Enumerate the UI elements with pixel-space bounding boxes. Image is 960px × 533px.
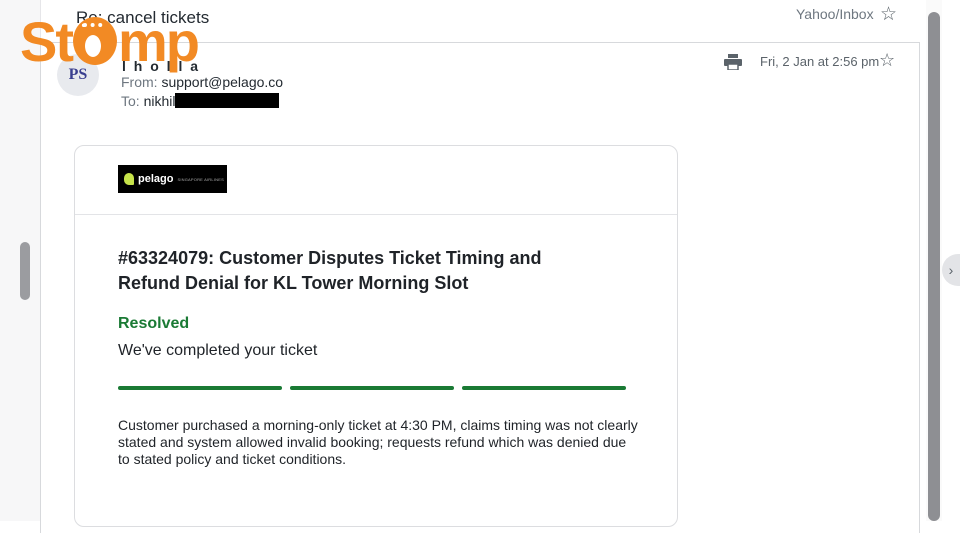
progress-step-3: [462, 386, 626, 390]
pelago-banner-logo: pelago SINGAPORE AIRLINES: [118, 165, 227, 193]
to-line: To: nikhil: [121, 93, 280, 109]
to-address[interactable]: nikhil: [144, 93, 176, 109]
message-date: Fri, 2 Jan at 2:56 pm: [760, 54, 880, 69]
ticket-title: #63324079: Customer Disputes Ticket Timi…: [118, 248, 542, 293]
right-scrollbar-thumb[interactable]: [928, 12, 940, 521]
chevron-right-icon[interactable]: ›: [942, 254, 960, 286]
logo-text-right: mp: [118, 10, 200, 73]
footprint-icon: [73, 17, 117, 65]
status-message: We've completed your ticket: [118, 342, 318, 359]
print-icon[interactable]: [724, 54, 742, 70]
ticket-description: Customer purchased a morning-only ticket…: [118, 417, 638, 467]
from-line: From: support@pelago.co: [121, 74, 283, 90]
from-label: From:: [121, 74, 158, 90]
ticket-progress-bar: [118, 386, 626, 390]
message-star-icon[interactable]: ☆: [879, 50, 895, 71]
ticket-email-card: pelago SINGAPORE AIRLINES #63324079: Cus…: [74, 145, 678, 527]
pelago-wordmark: pelago: [138, 173, 174, 185]
to-label: To:: [121, 93, 140, 109]
thread-folder-label[interactable]: Yahoo/Inbox: [796, 6, 874, 22]
pelago-mark-icon: [124, 173, 134, 185]
progress-step-2: [290, 386, 454, 390]
from-address[interactable]: support@pelago.co: [161, 74, 283, 90]
card-divider: [75, 214, 677, 215]
logo-text-left: St: [20, 10, 74, 73]
thread-star-icon[interactable]: ☆: [880, 3, 897, 26]
left-scrollbar-thumb[interactable]: [20, 242, 30, 300]
status-label: Resolved: [118, 315, 190, 332]
redaction-bar: [175, 93, 280, 108]
progress-step-1: [118, 386, 282, 390]
partner-wordmark: SINGAPORE AIRLINES: [177, 176, 224, 182]
stomp-watermark-logo: St mp: [20, 14, 200, 70]
